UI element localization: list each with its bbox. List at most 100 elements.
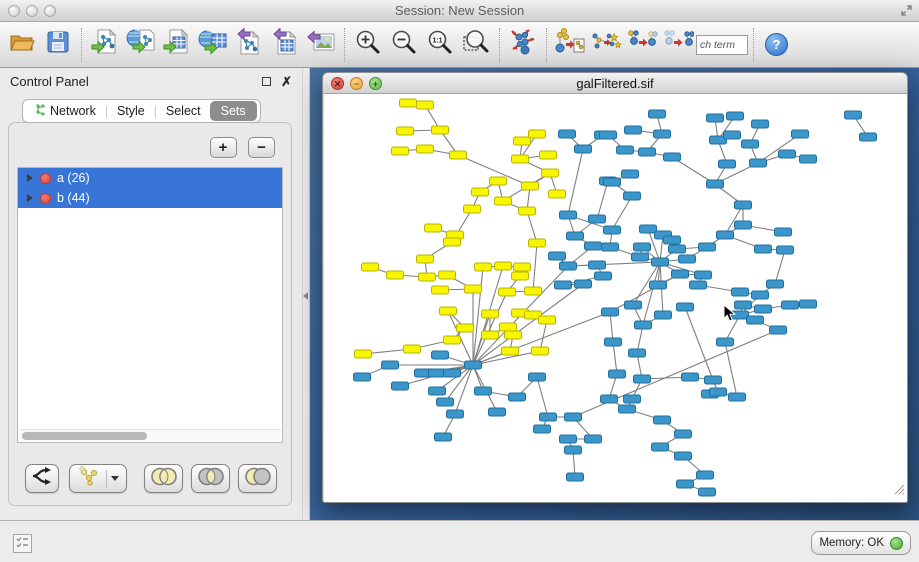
graph-node[interactable] [425,224,442,232]
graph-node[interactable] [567,473,584,481]
graph-node[interactable] [792,130,809,138]
graph-node[interactable] [747,316,764,324]
graph-node[interactable] [482,310,499,318]
graph-node[interactable] [695,271,712,279]
graph-node[interactable] [602,308,619,316]
graph-node[interactable] [727,112,744,120]
create-set-from-network-button[interactable] [69,464,127,493]
zoom-in-button[interactable] [350,25,386,65]
graph-node[interactable] [567,232,584,240]
graph-node[interactable] [669,245,686,253]
graph-node[interactable] [705,376,722,384]
disclosure-triangle-icon[interactable] [27,174,33,182]
graph-node[interactable] [392,382,409,390]
graph-node[interactable] [735,201,752,209]
graph-node[interactable] [672,270,689,278]
graph-node[interactable] [400,99,417,107]
graph-node[interactable] [677,480,694,488]
graph-node[interactable] [752,120,769,128]
graph-node[interactable] [724,131,741,139]
graph-node[interactable] [444,369,461,377]
graph-node[interactable] [447,410,464,418]
graph-node[interactable] [475,387,492,395]
graph-node[interactable] [779,150,796,158]
graph-edge[interactable] [775,250,785,284]
graph-edge[interactable] [527,211,537,243]
import-table-web-button[interactable] [195,25,231,65]
graph-node[interactable] [699,488,716,496]
memory-status-button[interactable]: Memory: OK [811,531,911,555]
graph-node[interactable] [542,169,559,177]
graph-node[interactable] [675,430,692,438]
tab-network[interactable]: Network [26,100,105,122]
graph-node[interactable] [429,387,446,395]
graph-node[interactable] [752,291,769,299]
graph-node[interactable] [444,336,461,344]
graph-node[interactable] [432,126,449,134]
graph-node[interactable] [635,321,652,329]
import-network-web-button[interactable] [123,25,159,65]
graph-edge[interactable] [685,307,713,380]
graph-node[interactable] [549,190,566,198]
graph-node[interactable] [534,425,551,433]
graph-node[interactable] [560,211,577,219]
graph-node[interactable] [432,286,449,294]
graph-node[interactable] [750,159,767,167]
graph-node[interactable] [652,258,669,266]
graph-node[interactable] [589,261,606,269]
graph-node[interactable] [522,182,539,190]
graph-edge[interactable] [537,377,548,417]
network-view-window[interactable]: ✕ − + galFiltered.sif [322,72,908,503]
graph-node[interactable] [679,255,696,263]
minimize-view-icon[interactable]: − [350,77,363,90]
graph-node[interactable] [509,393,526,401]
graph-node[interactable] [624,192,641,200]
graph-node[interactable] [512,272,529,280]
graph-node[interactable] [589,215,606,223]
graph-node[interactable] [482,331,499,339]
graph-node[interactable] [417,101,434,109]
graph-node[interactable] [742,140,759,148]
search-input[interactable] [696,35,748,55]
split-sets-button[interactable] [25,464,59,493]
graph-node[interactable] [639,148,656,156]
graph-node[interactable] [549,252,566,260]
graph-node[interactable] [800,155,817,163]
graph-node[interactable] [675,452,692,460]
graph-node[interactable] [609,370,626,378]
graph-node[interactable] [539,316,556,324]
graph-node[interactable] [565,413,582,421]
graph-node[interactable] [625,126,642,134]
graph-node[interactable] [499,288,516,296]
graph-node[interactable] [650,281,667,289]
panel-splitter[interactable] [302,68,310,520]
graph-edge[interactable] [568,262,660,266]
graph-node[interactable] [502,347,519,355]
zoom-out-button[interactable] [386,25,422,65]
graph-node[interactable] [444,238,461,246]
graph-edge[interactable] [533,243,537,291]
graph-node[interactable] [440,307,457,315]
graph-node[interactable] [602,243,619,251]
graph-node[interactable] [457,324,474,332]
help-button[interactable]: ? [765,33,788,56]
graph-node[interactable] [652,443,669,451]
graph-node[interactable] [755,245,772,253]
graph-node[interactable] [634,375,651,383]
graph-node[interactable] [525,287,542,295]
graph-edge[interactable] [613,342,617,374]
tab-sets[interactable]: Sets [210,101,257,121]
export-table-button[interactable] [267,25,303,65]
graph-node[interactable] [397,127,414,135]
network-window-titlebar[interactable]: ✕ − + galFiltered.sif [323,73,907,94]
graph-node[interactable] [770,326,787,334]
group-sites-button[interactable] [588,25,624,65]
graph-node[interactable] [717,231,734,239]
graph-node[interactable] [560,435,577,443]
graph-node[interactable] [495,262,512,270]
group-collapse-button[interactable] [624,25,660,65]
graph-node[interactable] [465,285,482,293]
graph-node[interactable] [514,137,531,145]
graph-node[interactable] [387,271,404,279]
graph-node[interactable] [465,361,482,369]
